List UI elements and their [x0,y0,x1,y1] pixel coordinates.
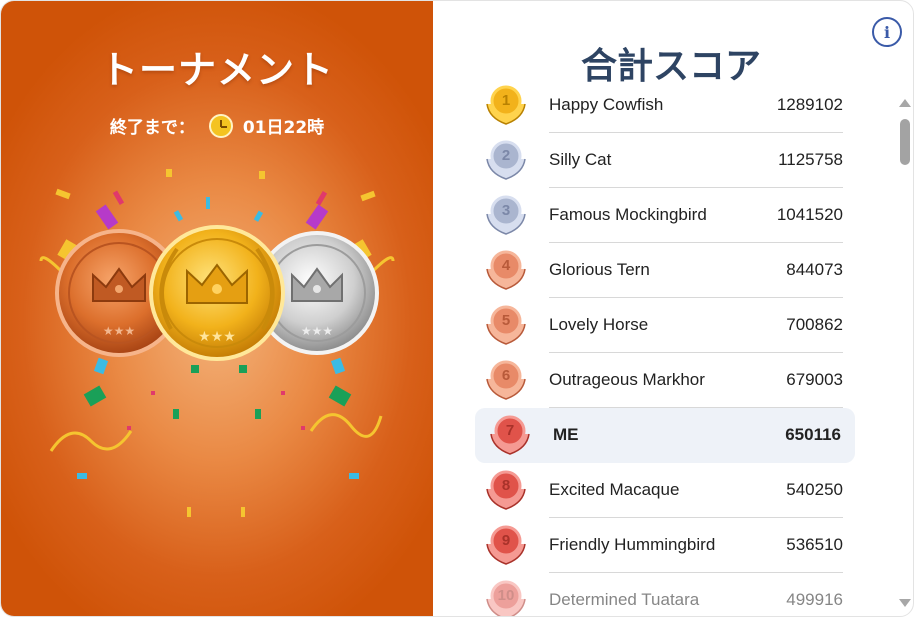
player-name: Glorious Tern [549,260,650,279]
scroll-up-arrow-icon[interactable] [899,99,911,107]
leaderboard-row[interactable]: 4 Glorious Tern 844073 [471,243,861,298]
rank-number: 2 [501,147,511,164]
player-score: 700862 [786,315,843,334]
player-score: 1289102 [776,95,843,114]
player-score: 499916 [786,590,843,609]
player-name: Excited Macaque [549,480,680,499]
clock-icon [208,113,233,138]
rank-badge-icon: 8 [483,469,529,513]
rank-badge-icon: 4 [483,249,529,293]
rank-number: 10 [497,587,515,604]
leaderboard-row[interactable]: 2 Silly Cat 1125758 [471,133,861,188]
medals-illustration: ★★★ ★★★ ★★★ [39,169,395,517]
player-name: Famous Mockingbird [549,205,707,224]
player-score: 650116 [785,425,841,444]
gold-medal: ★★★ [149,225,285,361]
leaderboard-row[interactable]: 6 Outrageous Markhor 679003 [471,353,861,408]
rank-badge-icon: 7 [487,414,533,458]
rank-badge-icon: 1 [483,84,529,128]
rank-number: 1 [501,92,511,109]
tournament-window: トーナメント 終了まで： 01日22時 ★★★ ★★★ ★★★ 合計スコア i … [0,0,914,617]
leaderboard-row[interactable]: 10 Determined Tuatara 499916 [471,573,861,616]
rank-number: 9 [501,532,511,549]
player-score: 540250 [786,480,843,499]
rank-badge-icon: 5 [483,304,529,348]
rank-number: 6 [501,367,511,384]
player-score: 679003 [786,370,843,389]
scrollbar[interactable] [897,95,913,611]
countdown-value: 01日22時 [242,118,325,138]
rank-badge-icon: 6 [483,359,529,403]
player-score: 1125758 [778,150,843,169]
leaderboard-row[interactable]: 1 Happy Cowfish 1289102 [471,78,861,133]
svg-text:★★★: ★★★ [103,324,135,338]
scroll-down-arrow-icon[interactable] [899,599,911,607]
leaderboard-row[interactable]: 3 Famous Mockingbird 1041520 [471,188,861,243]
player-score: 1041520 [776,205,843,224]
countdown: 終了まで： 01日22時 [1,113,433,138]
player-name: Happy Cowfish [549,95,664,114]
rank-number: 3 [501,202,511,219]
leaderboard-row[interactable]: 7 ME 650116 [475,408,855,463]
player-score: 536510 [786,535,843,554]
rank-badge-icon: 10 [483,579,529,616]
svg-text:★★★: ★★★ [301,324,333,338]
player-name: Silly Cat [549,150,612,169]
rank-badge-icon: 2 [483,139,529,183]
scroll-thumb[interactable] [900,119,910,165]
leaderboard-row[interactable]: 8 Excited Macaque 540250 [471,463,861,518]
svg-text:★★★: ★★★ [198,329,236,345]
tournament-banner: トーナメント 終了まで： 01日22時 ★★★ ★★★ ★★★ [1,1,433,616]
player-name: Determined Tuatara [549,590,700,609]
rank-number: 4 [501,257,511,274]
rank-number: 8 [501,477,511,494]
leaderboard-row[interactable]: 9 Friendly Hummingbird 536510 [471,518,861,573]
rank-badge-icon: 9 [483,524,529,568]
player-name: Lovely Horse [549,315,649,334]
tournament-title: トーナメント [99,48,334,92]
rank-number: 7 [505,422,515,439]
leaderboard-row[interactable]: 5 Lovely Horse 700862 [471,298,861,353]
player-name: Outrageous Markhor [549,370,705,389]
player-name: Friendly Hummingbird [549,535,716,554]
player-name: ME [553,425,579,444]
player-score: 844073 [786,260,843,279]
countdown-label: 終了まで： [109,118,195,138]
info-icon[interactable]: i [872,17,902,47]
rank-number: 5 [501,312,511,329]
rank-badge-icon: 3 [483,194,529,238]
leaderboard-list[interactable]: 1 Happy Cowfish 1289102 2 Silly Cat 1125758 3 F… [471,78,861,616]
